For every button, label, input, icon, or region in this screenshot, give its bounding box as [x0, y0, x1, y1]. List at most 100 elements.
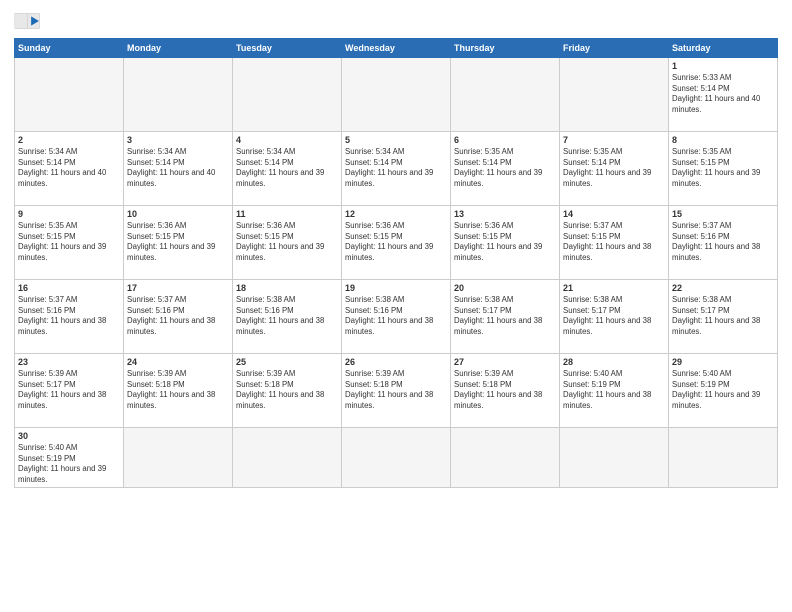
calendar-cell: [124, 58, 233, 132]
weekday-header-monday: Monday: [124, 39, 233, 58]
weekday-header-friday: Friday: [560, 39, 669, 58]
day-number: 23: [18, 356, 120, 368]
calendar-cell: [342, 58, 451, 132]
calendar-cell: 7Sunrise: 5:35 AMSunset: 5:14 PMDaylight…: [560, 132, 669, 206]
calendar-cell: [233, 58, 342, 132]
calendar-cell: 11Sunrise: 5:36 AMSunset: 5:15 PMDayligh…: [233, 206, 342, 280]
calendar-cell: 4Sunrise: 5:34 AMSunset: 5:14 PMDaylight…: [233, 132, 342, 206]
calendar-cell: 28Sunrise: 5:40 AMSunset: 5:19 PMDayligh…: [560, 354, 669, 428]
calendar-table: SundayMondayTuesdayWednesdayThursdayFrid…: [14, 38, 778, 488]
calendar-week-5: 23Sunrise: 5:39 AMSunset: 5:17 PMDayligh…: [15, 354, 778, 428]
day-number: 14: [563, 208, 665, 220]
day-info: Sunrise: 5:35 AMSunset: 5:15 PMDaylight:…: [18, 221, 120, 263]
calendar-cell: [451, 428, 560, 488]
weekday-header-wednesday: Wednesday: [342, 39, 451, 58]
weekday-header-row: SundayMondayTuesdayWednesdayThursdayFrid…: [15, 39, 778, 58]
calendar-cell: 18Sunrise: 5:38 AMSunset: 5:16 PMDayligh…: [233, 280, 342, 354]
day-info: Sunrise: 5:33 AMSunset: 5:14 PMDaylight:…: [672, 73, 774, 115]
day-number: 9: [18, 208, 120, 220]
day-info: Sunrise: 5:37 AMSunset: 5:16 PMDaylight:…: [672, 221, 774, 263]
day-number: 20: [454, 282, 556, 294]
day-info: Sunrise: 5:40 AMSunset: 5:19 PMDaylight:…: [18, 443, 120, 485]
calendar-cell: [124, 428, 233, 488]
day-info: Sunrise: 5:34 AMSunset: 5:14 PMDaylight:…: [345, 147, 447, 189]
calendar-cell: 17Sunrise: 5:37 AMSunset: 5:16 PMDayligh…: [124, 280, 233, 354]
day-info: Sunrise: 5:40 AMSunset: 5:19 PMDaylight:…: [563, 369, 665, 411]
calendar-cell: 25Sunrise: 5:39 AMSunset: 5:18 PMDayligh…: [233, 354, 342, 428]
day-number: 6: [454, 134, 556, 146]
day-number: 24: [127, 356, 229, 368]
day-number: 26: [345, 356, 447, 368]
calendar-cell: 22Sunrise: 5:38 AMSunset: 5:17 PMDayligh…: [669, 280, 778, 354]
day-number: 17: [127, 282, 229, 294]
day-info: Sunrise: 5:39 AMSunset: 5:18 PMDaylight:…: [127, 369, 229, 411]
calendar-cell: [233, 428, 342, 488]
day-number: 25: [236, 356, 338, 368]
day-info: Sunrise: 5:34 AMSunset: 5:14 PMDaylight:…: [18, 147, 120, 189]
day-info: Sunrise: 5:36 AMSunset: 5:15 PMDaylight:…: [127, 221, 229, 263]
weekday-header-thursday: Thursday: [451, 39, 560, 58]
day-info: Sunrise: 5:37 AMSunset: 5:16 PMDaylight:…: [18, 295, 120, 337]
day-info: Sunrise: 5:36 AMSunset: 5:15 PMDaylight:…: [454, 221, 556, 263]
calendar-cell: 15Sunrise: 5:37 AMSunset: 5:16 PMDayligh…: [669, 206, 778, 280]
calendar-cell: 23Sunrise: 5:39 AMSunset: 5:17 PMDayligh…: [15, 354, 124, 428]
calendar-cell: 6Sunrise: 5:35 AMSunset: 5:14 PMDaylight…: [451, 132, 560, 206]
day-number: 10: [127, 208, 229, 220]
day-info: Sunrise: 5:36 AMSunset: 5:15 PMDaylight:…: [345, 221, 447, 263]
calendar-cell: 27Sunrise: 5:39 AMSunset: 5:18 PMDayligh…: [451, 354, 560, 428]
weekday-header-sunday: Sunday: [15, 39, 124, 58]
generalblue-logo-icon: [14, 10, 42, 32]
day-number: 4: [236, 134, 338, 146]
day-info: Sunrise: 5:39 AMSunset: 5:18 PMDaylight:…: [345, 369, 447, 411]
calendar-cell: 21Sunrise: 5:38 AMSunset: 5:17 PMDayligh…: [560, 280, 669, 354]
calendar-cell: [451, 58, 560, 132]
calendar-cell: 29Sunrise: 5:40 AMSunset: 5:19 PMDayligh…: [669, 354, 778, 428]
day-number: 12: [345, 208, 447, 220]
day-number: 19: [345, 282, 447, 294]
day-info: Sunrise: 5:39 AMSunset: 5:17 PMDaylight:…: [18, 369, 120, 411]
day-number: 1: [672, 60, 774, 72]
weekday-header-saturday: Saturday: [669, 39, 778, 58]
day-info: Sunrise: 5:37 AMSunset: 5:16 PMDaylight:…: [127, 295, 229, 337]
calendar-week-2: 2Sunrise: 5:34 AMSunset: 5:14 PMDaylight…: [15, 132, 778, 206]
day-info: Sunrise: 5:38 AMSunset: 5:17 PMDaylight:…: [672, 295, 774, 337]
day-number: 30: [18, 430, 120, 442]
day-info: Sunrise: 5:39 AMSunset: 5:18 PMDaylight:…: [454, 369, 556, 411]
calendar-cell: [560, 58, 669, 132]
day-info: Sunrise: 5:39 AMSunset: 5:18 PMDaylight:…: [236, 369, 338, 411]
calendar-cell: 19Sunrise: 5:38 AMSunset: 5:16 PMDayligh…: [342, 280, 451, 354]
day-number: 22: [672, 282, 774, 294]
day-number: 16: [18, 282, 120, 294]
day-number: 28: [563, 356, 665, 368]
day-number: 11: [236, 208, 338, 220]
day-info: Sunrise: 5:34 AMSunset: 5:14 PMDaylight:…: [236, 147, 338, 189]
calendar-cell: 10Sunrise: 5:36 AMSunset: 5:15 PMDayligh…: [124, 206, 233, 280]
day-number: 18: [236, 282, 338, 294]
day-number: 21: [563, 282, 665, 294]
calendar-cell: 14Sunrise: 5:37 AMSunset: 5:15 PMDayligh…: [560, 206, 669, 280]
calendar-cell: 8Sunrise: 5:35 AMSunset: 5:15 PMDaylight…: [669, 132, 778, 206]
calendar-cell: 16Sunrise: 5:37 AMSunset: 5:16 PMDayligh…: [15, 280, 124, 354]
calendar-cell: 5Sunrise: 5:34 AMSunset: 5:14 PMDaylight…: [342, 132, 451, 206]
day-info: Sunrise: 5:35 AMSunset: 5:15 PMDaylight:…: [672, 147, 774, 189]
calendar-week-1: 1Sunrise: 5:33 AMSunset: 5:14 PMDaylight…: [15, 58, 778, 132]
calendar-cell: [15, 58, 124, 132]
day-info: Sunrise: 5:34 AMSunset: 5:14 PMDaylight:…: [127, 147, 229, 189]
day-number: 2: [18, 134, 120, 146]
day-number: 7: [563, 134, 665, 146]
day-info: Sunrise: 5:35 AMSunset: 5:14 PMDaylight:…: [563, 147, 665, 189]
calendar-cell: 20Sunrise: 5:38 AMSunset: 5:17 PMDayligh…: [451, 280, 560, 354]
day-number: 13: [454, 208, 556, 220]
calendar-cell: 12Sunrise: 5:36 AMSunset: 5:15 PMDayligh…: [342, 206, 451, 280]
page: SundayMondayTuesdayWednesdayThursdayFrid…: [0, 0, 792, 612]
calendar-cell: 13Sunrise: 5:36 AMSunset: 5:15 PMDayligh…: [451, 206, 560, 280]
calendar-cell: 3Sunrise: 5:34 AMSunset: 5:14 PMDaylight…: [124, 132, 233, 206]
day-info: Sunrise: 5:36 AMSunset: 5:15 PMDaylight:…: [236, 221, 338, 263]
day-info: Sunrise: 5:38 AMSunset: 5:17 PMDaylight:…: [454, 295, 556, 337]
calendar-week-4: 16Sunrise: 5:37 AMSunset: 5:16 PMDayligh…: [15, 280, 778, 354]
weekday-header-tuesday: Tuesday: [233, 39, 342, 58]
calendar-cell: 1Sunrise: 5:33 AMSunset: 5:14 PMDaylight…: [669, 58, 778, 132]
day-info: Sunrise: 5:37 AMSunset: 5:15 PMDaylight:…: [563, 221, 665, 263]
day-number: 8: [672, 134, 774, 146]
day-info: Sunrise: 5:38 AMSunset: 5:16 PMDaylight:…: [236, 295, 338, 337]
